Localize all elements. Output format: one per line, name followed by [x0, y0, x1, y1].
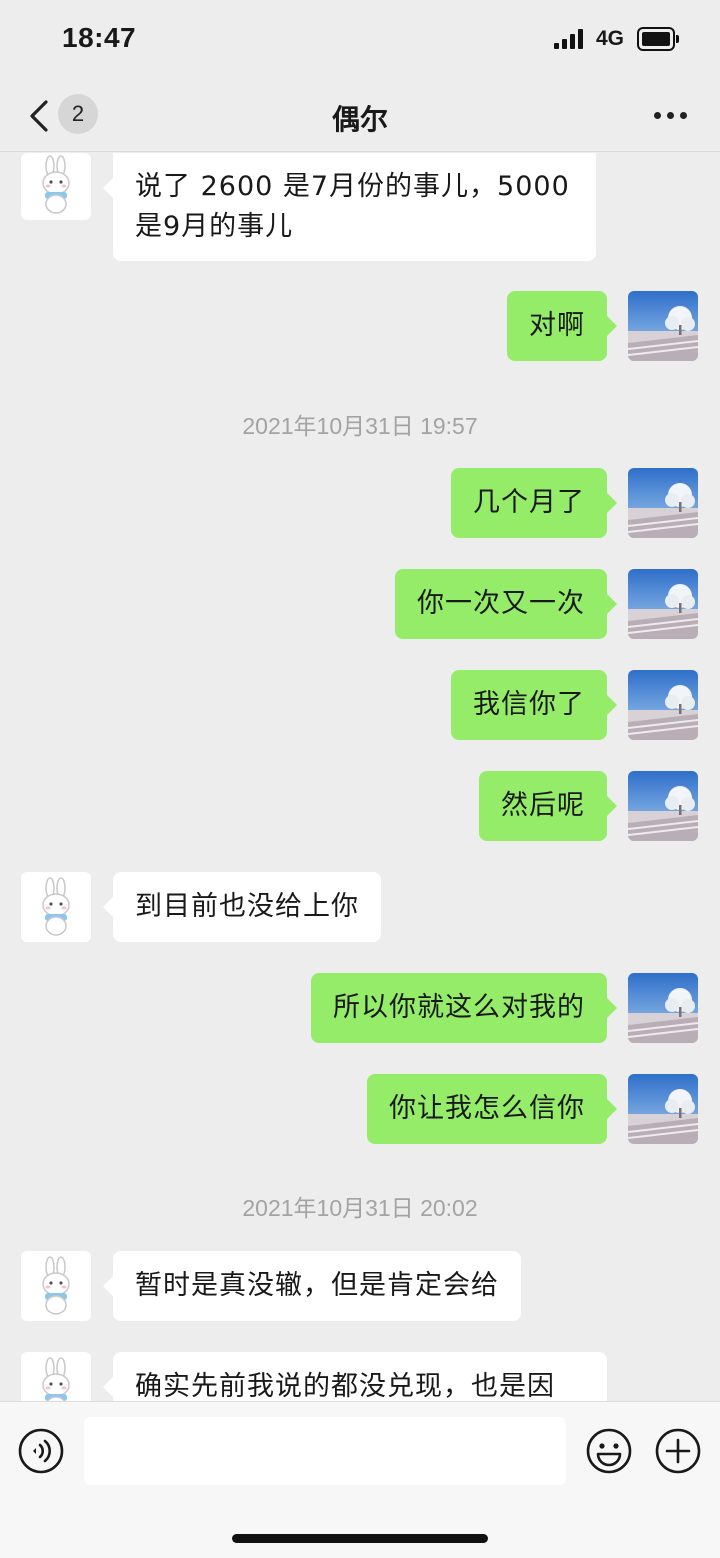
incoming-message[interactable]: 暂时是真没辙，但是肯定会给 [103, 1251, 521, 1321]
signal-icon [554, 29, 586, 49]
contact-avatar[interactable] [21, 872, 91, 942]
timestamp: 2021年10月31日 19:57 [242, 413, 478, 439]
outgoing-message[interactable]: 对啊 [507, 291, 617, 361]
more-options-button[interactable] [648, 100, 692, 130]
outgoing-message[interactable]: 所以你就这么对我的 [311, 973, 617, 1043]
my-avatar[interactable] [628, 291, 698, 361]
home-indicator [232, 1534, 488, 1543]
snow-landscape-avatar-icon [628, 771, 698, 841]
bunny-avatar-icon [21, 153, 91, 220]
snow-landscape-avatar-icon [628, 291, 698, 361]
snow-landscape-avatar-icon [628, 1074, 698, 1144]
status-time: 18:47 [62, 22, 137, 53]
snow-landscape-avatar-icon [628, 973, 698, 1043]
input-bar [0, 1401, 720, 1558]
message-input[interactable] [84, 1417, 566, 1485]
status-bar: 18:47 4G [0, 0, 720, 80]
network-label: 4G [596, 27, 625, 50]
outgoing-message[interactable]: 我信你了 [451, 670, 617, 740]
incoming-message[interactable]: 到目前也没给上你 [103, 872, 381, 942]
my-avatar[interactable] [628, 569, 698, 639]
contact-avatar[interactable] [21, 153, 91, 220]
my-avatar[interactable] [628, 1074, 698, 1144]
snow-landscape-avatar-icon [628, 468, 698, 538]
outgoing-message[interactable]: 你一次又一次 [395, 569, 617, 639]
contact-avatar[interactable] [21, 1251, 91, 1321]
battery-icon [637, 27, 679, 51]
outgoing-message[interactable]: 然后呢 [479, 771, 617, 841]
chat-title: 偶尔 [331, 103, 388, 136]
incoming-message[interactable]: 说了 2600 是7月份的事儿，5000 是9月的事儿 [103, 153, 596, 261]
outgoing-message[interactable]: 你让我怎么信你 [367, 1074, 617, 1144]
bunny-avatar-icon [21, 1352, 91, 1401]
snow-landscape-avatar-icon [628, 670, 698, 740]
chat-header: 2 偶尔 [0, 80, 720, 152]
my-avatar[interactable] [628, 468, 698, 538]
my-avatar[interactable] [628, 973, 698, 1043]
my-avatar[interactable] [628, 771, 698, 841]
smiley-icon[interactable] [585, 1427, 633, 1475]
bunny-avatar-icon [21, 1251, 91, 1321]
snow-landscape-avatar-icon [628, 569, 698, 639]
timestamp: 2021年10月31日 20:02 [242, 1195, 478, 1221]
outgoing-message[interactable]: 几个月了 [451, 468, 617, 538]
bunny-avatar-icon [21, 872, 91, 942]
contact-avatar[interactable] [21, 1352, 91, 1401]
incoming-message[interactable]: 确实先前我说的都没兑现，也是因 [103, 1352, 607, 1401]
message-list[interactable]: 说了 2600 是7月份的事儿，5000 是9月的事儿 对啊 2021年10月3… [0, 153, 720, 1401]
my-avatar[interactable] [628, 670, 698, 740]
voice-icon[interactable] [17, 1427, 65, 1475]
plus-icon[interactable] [654, 1427, 702, 1475]
